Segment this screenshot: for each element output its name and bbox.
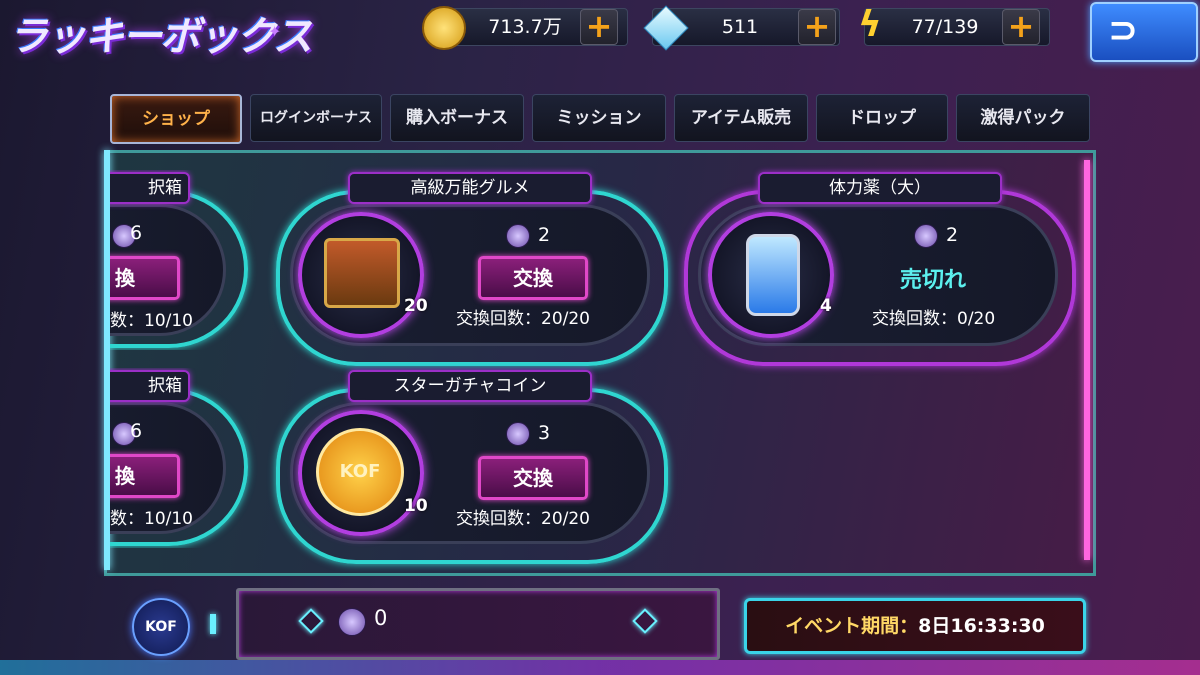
event-label: イベント期間： xyxy=(785,615,919,637)
exchange-count: 交換回数：0/20 xyxy=(872,309,996,329)
page-title: ラッキーボックス xyxy=(8,14,313,60)
ticket-icon xyxy=(338,608,366,636)
sold-out-status: 売切れ xyxy=(900,268,967,293)
back-button[interactable] xyxy=(1090,2,1198,62)
item-name: 体力薬（大） xyxy=(758,172,1002,204)
tab-deal-pack[interactable]: 激得パック xyxy=(956,94,1090,142)
ticket-icon xyxy=(506,422,530,446)
item-quantity: 10 xyxy=(404,496,428,516)
item-cost: 6 xyxy=(130,222,143,244)
add-stamina-button[interactable]: + xyxy=(1002,9,1040,45)
stamina-value: 77/139 xyxy=(911,16,979,38)
item-name: 高級万能グルメ xyxy=(348,172,592,204)
tab-login-bonus[interactable]: ログインボーナス xyxy=(250,94,382,142)
exchange-button[interactable]: 換 xyxy=(110,454,180,498)
exchange-count: 数：10/10 xyxy=(110,509,193,529)
gold-value: 713.7万 xyxy=(488,16,562,38)
stamina-potion-icon[interactable] xyxy=(708,212,834,338)
event-period-badge: イベント期間：8日16:33:30 xyxy=(744,598,1086,654)
item-quantity: 20 xyxy=(404,296,428,316)
ticket-icon xyxy=(506,224,530,248)
tab-mission[interactable]: ミッション xyxy=(532,94,666,142)
ticket-icon xyxy=(914,224,938,248)
diamond-value: 511 xyxy=(721,16,759,38)
exchange-count: 数：10/10 xyxy=(110,311,193,331)
add-gold-button[interactable]: + xyxy=(580,9,618,45)
tab-item-sale[interactable]: アイテム販売 xyxy=(674,94,808,142)
food-box-icon xyxy=(324,238,400,308)
connector-light xyxy=(210,614,216,634)
sparkle-icon: ✦ xyxy=(268,22,282,41)
item-name: 択箱 xyxy=(110,172,190,204)
tab-shop[interactable]: ショップ xyxy=(110,94,242,144)
item-cost: 2 xyxy=(946,224,959,246)
tab-drop[interactable]: ドロップ xyxy=(816,94,948,142)
tab-purchase-bonus[interactable]: 購入ボーナス xyxy=(390,94,524,142)
gourmet-item-icon[interactable] xyxy=(298,212,424,338)
shop-item-card: 択箱 6 換 数：10/10 xyxy=(110,368,260,548)
bottom-glow xyxy=(0,660,1200,675)
add-diamond-button[interactable]: + xyxy=(798,9,836,45)
shop-item-card: 択箱 6 換 数：10/10 xyxy=(110,170,260,350)
item-name: 択箱 xyxy=(110,370,190,402)
exchange-count: 交換回数：20/20 xyxy=(456,509,590,529)
exchange-count: 交換回数：20/20 xyxy=(456,309,590,329)
item-name: スターガチャコイン xyxy=(348,370,592,402)
item-cost: 3 xyxy=(538,422,551,444)
item-quantity: 4 xyxy=(820,296,832,316)
exchange-button[interactable]: 換 xyxy=(110,256,180,300)
potion-bottle-icon xyxy=(746,234,800,316)
item-cost: 2 xyxy=(538,224,551,246)
lightning-icon: ϟ xyxy=(858,4,882,45)
back-arrow-icon: ⊃ xyxy=(1108,10,1139,51)
exchange-button[interactable]: 交換 xyxy=(478,256,588,300)
kof-logo-button[interactable]: KOF xyxy=(132,598,190,656)
event-time: 8日16:33:30 xyxy=(918,615,1045,637)
coin-icon: KOF xyxy=(316,428,404,516)
ticket-balance: 0 xyxy=(374,606,388,630)
exchange-button[interactable]: 交換 xyxy=(478,456,588,500)
star-gacha-coin-icon[interactable]: KOF xyxy=(298,410,424,536)
item-cost: 6 xyxy=(130,420,143,442)
gold-coin-icon xyxy=(422,6,466,50)
panel-right-light xyxy=(1084,160,1090,560)
